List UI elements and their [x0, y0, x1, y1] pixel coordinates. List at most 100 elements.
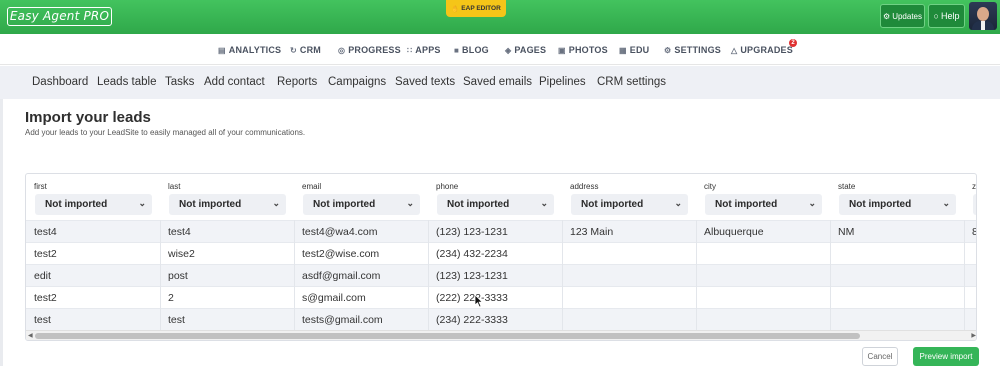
table-cell: 2 — [168, 292, 174, 304]
gear-icon: ⚙ — [883, 11, 891, 21]
cancel-button[interactable]: Cancel — [862, 347, 898, 366]
crm-sub-nav: Dashboard Leads table Tasks Add contact … — [0, 66, 1000, 99]
table-row: test2 2 s@gmail.com (222) 222-3333 — [26, 286, 976, 308]
column-header: first — [34, 182, 47, 191]
field-mapping-select[interactable]: Not imported ⌄ — [169, 194, 286, 215]
nav-item-label: EDU — [629, 45, 650, 55]
nav-item-upgrades[interactable]: △ UPGRADES — [731, 44, 793, 56]
eap-editor-tab[interactable]: ✋ EAP EDITOR — [446, 0, 506, 17]
nav-item-apps[interactable]: ∷ APPS — [407, 44, 441, 56]
select-value: Not imported — [715, 199, 778, 210]
table-cell: (234) 222-3333 — [436, 314, 508, 326]
subnav-campaigns[interactable]: Campaigns — [328, 76, 386, 88]
nav-item-label: PAGES — [514, 45, 547, 55]
nav-item-blog[interactable]: ■ BLOG — [454, 44, 489, 56]
select-value: Not imported — [849, 199, 912, 210]
chevron-down-icon: ⌄ — [674, 198, 682, 208]
table-row: test2 wise2 test2@wise.com (234) 432-223… — [26, 242, 976, 264]
chevron-down-icon: ⌄ — [406, 198, 414, 208]
page-subtitle: Add your leads to your LeadSite to easil… — [25, 128, 306, 137]
scrollbar-thumb[interactable] — [35, 333, 860, 339]
help-button[interactable]: ○ Help — [928, 4, 965, 28]
nav-item-crm[interactable]: ↻ CRM — [290, 44, 321, 56]
field-mapping-select[interactable]: Not imported ⌄ — [571, 194, 688, 215]
avatar[interactable] — [969, 2, 997, 30]
import-table: first last email phone address city stat… — [25, 173, 977, 341]
table-row: test4 test4 test4@wa4.com (123) 123-1231… — [26, 220, 976, 242]
table-row: edit post asdf@gmail.com (123) 123-1231 — [26, 264, 976, 286]
nav-item-edu[interactable]: ▦ EDU — [619, 44, 649, 56]
subnav-dashboard[interactable]: Dashboard — [32, 76, 88, 88]
nav-item-label: PHOTOS — [568, 45, 608, 55]
subnav-crm-settings[interactable]: CRM settings — [597, 76, 666, 88]
horizontal-scrollbar[interactable]: ◀ ▶ — [26, 330, 976, 340]
building-icon: ▦ — [619, 45, 627, 55]
top-bar: Easy Agent PRO ✋ EAP EDITOR ⚙ Updates ○ … — [0, 0, 1000, 34]
subnav-pipelines[interactable]: Pipelines — [539, 76, 586, 88]
column-header: phone — [436, 182, 459, 191]
table-cell: test2 — [34, 248, 57, 260]
table-cell: asdf@gmail.com — [302, 270, 381, 282]
table-row: test test tests@gmail.com (234) 222-3333 — [26, 308, 976, 330]
grid-icon: ∷ — [407, 45, 413, 55]
scroll-right-icon[interactable]: ▶ — [971, 332, 976, 339]
select-value: Not imported — [447, 199, 510, 210]
nav-item-label: BLOG — [462, 45, 489, 55]
nav-item-progress[interactable]: ◎ PROGRESS — [338, 44, 401, 56]
subnav-add-contact[interactable]: Add contact — [204, 76, 265, 88]
subnav-leads-table[interactable]: Leads table — [97, 76, 156, 88]
upgrades-badge: 2 — [789, 39, 797, 47]
updates-button[interactable]: ⚙ Updates — [880, 4, 925, 28]
table-cell: (123) 123-1231 — [436, 270, 508, 282]
chevron-down-icon: ⌄ — [808, 198, 816, 208]
table-cell: edit — [34, 270, 51, 282]
table-cell: s@gmail.com — [302, 292, 366, 304]
field-mapping-select[interactable]: Not imported ⌄ — [437, 194, 554, 215]
field-mapping-select[interactable]: Not imported ⌄ — [839, 194, 956, 215]
book-icon: ■ — [454, 45, 460, 55]
nav-item-photos[interactable]: ▣ PHOTOS — [558, 44, 608, 56]
field-mapping-select[interactable]: Not imported ⌄ — [705, 194, 822, 215]
nav-item-label: CRM — [299, 45, 322, 55]
nav-item-analytics[interactable]: ▤ ANALYTICS — [218, 44, 281, 56]
eap-editor-label: EAP EDITOR — [461, 5, 501, 12]
gear-icon: ⚙ — [664, 45, 672, 55]
table-cell: test2@wise.com — [302, 248, 380, 260]
column-header: z — [972, 182, 976, 191]
hand-icon: ✋ — [451, 5, 460, 13]
nav-item-label: SETTINGS — [674, 45, 721, 55]
upgrade-icon: △ — [731, 45, 738, 55]
nav-item-settings[interactable]: ⚙ SETTINGS — [664, 44, 721, 56]
updates-label: Updates — [892, 11, 922, 21]
table-cell: test4 — [34, 226, 57, 238]
help-circle-icon: ○ — [933, 11, 939, 21]
subnav-saved-emails[interactable]: Saved emails — [463, 76, 532, 88]
table-cell: Albuquerque — [704, 226, 764, 238]
column-header: state — [838, 182, 856, 191]
preview-import-button[interactable]: Preview import — [913, 347, 979, 366]
table-cell: wise2 — [168, 248, 195, 260]
subnav-saved-texts[interactable]: Saved texts — [395, 76, 455, 88]
select-value: Not imported — [45, 199, 108, 210]
layers-icon: ◈ — [505, 45, 512, 55]
table-cell: 123 Main — [570, 226, 614, 238]
column-header: address — [570, 182, 599, 191]
table-cell: (222) 222-3333 — [436, 292, 508, 304]
nav-item-label: ANALYTICS — [228, 45, 282, 55]
select-value: Not imported — [313, 199, 376, 210]
scroll-left-icon[interactable]: ◀ — [28, 332, 33, 339]
chevron-down-icon: ⌄ — [138, 198, 146, 208]
subnav-tasks[interactable]: Tasks — [165, 76, 194, 88]
subnav-reports[interactable]: Reports — [277, 76, 317, 88]
chevron-down-icon: ⌄ — [942, 198, 950, 208]
field-mapping-select[interactable]: Not imported ⌄ — [35, 194, 152, 215]
main-nav: ▤ ANALYTICS ↻ CRM ◎ PROGRESS 3 ∷ APPS ■ … — [0, 34, 1000, 81]
refresh-icon: ↻ — [290, 45, 297, 55]
nav-item-pages[interactable]: ◈ PAGES — [505, 44, 546, 56]
field-mapping-select[interactable]: Not imported ⌄ — [303, 194, 420, 215]
brand-logo[interactable]: Easy Agent PRO — [7, 7, 112, 26]
page-title: Import your leads — [25, 109, 151, 126]
select-value: Not imported — [179, 199, 242, 210]
table-cell: tests@gmail.com — [302, 314, 383, 326]
field-mapping-select[interactable] — [973, 194, 976, 215]
